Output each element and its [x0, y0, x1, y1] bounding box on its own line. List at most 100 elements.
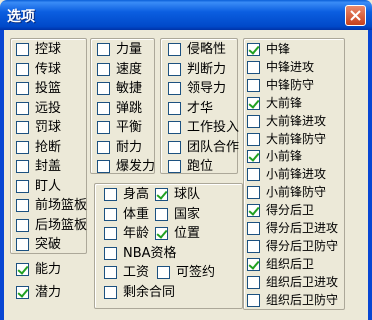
checkbox-box[interactable]: [97, 140, 110, 154]
checkbox-box[interactable]: [97, 121, 110, 134]
info-checkbox-3[interactable]: NBA资格: [104, 245, 177, 262]
checkbox-box[interactable]: [247, 78, 260, 92]
checkbox-box[interactable]: [16, 199, 29, 212]
checkbox-box[interactable]: [16, 179, 29, 193]
skill-checkbox-2[interactable]: 投篮: [16, 80, 61, 97]
physical-checkbox-2[interactable]: 敏捷: [97, 80, 142, 97]
checkbox-box[interactable]: [16, 101, 29, 115]
checkbox-box[interactable]: [168, 82, 181, 95]
checkbox-box[interactable]: [104, 246, 117, 260]
mental-checkbox-0[interactable]: 侵略性: [168, 41, 226, 58]
position-checkbox-3[interactable]: 大前锋: [247, 95, 302, 112]
physical-checkbox-3[interactable]: 弹跳: [97, 100, 142, 117]
checkbox-box[interactable]: [16, 140, 29, 154]
checkbox-box[interactable]: [16, 43, 29, 56]
checkmark-icon[interactable]: [247, 204, 260, 218]
position-checkbox-0[interactable]: 中锋: [247, 41, 290, 58]
mental-checkbox-2[interactable]: 领导力: [168, 80, 226, 97]
checkbox-box[interactable]: [104, 227, 117, 241]
physical-checkbox-5[interactable]: 耐力: [97, 139, 142, 156]
checkbox-box[interactable]: [97, 101, 110, 115]
checkbox-box[interactable]: [247, 114, 260, 128]
checkbox-box[interactable]: [247, 239, 260, 253]
skill-checkbox-3[interactable]: 远投: [16, 100, 61, 117]
mental-checkbox-5[interactable]: 团队合作: [168, 139, 239, 156]
skill-checkbox-0[interactable]: 控球: [16, 41, 61, 58]
close-button[interactable]: [345, 5, 366, 26]
checkbox-box[interactable]: [16, 121, 29, 134]
checkbox-box[interactable]: [168, 43, 181, 56]
checkbox-box[interactable]: [168, 140, 181, 154]
checkmark-icon[interactable]: [247, 96, 260, 110]
checkbox-box[interactable]: [247, 60, 260, 74]
position-checkbox-2[interactable]: 中锋防守: [247, 77, 314, 94]
info-checkbox-0[interactable]: 身高: [104, 186, 149, 203]
checkbox-box[interactable]: [247, 168, 260, 182]
checkbox-box[interactable]: [168, 160, 181, 173]
position-checkbox-13[interactable]: 组织后卫进攻: [247, 274, 338, 291]
info-checkbox-4[interactable]: 工资: [104, 264, 149, 281]
physical-checkbox-0[interactable]: 力量: [97, 41, 142, 58]
position-checkbox-12[interactable]: 组织后卫: [247, 256, 314, 273]
checkbox-box[interactable]: [155, 207, 168, 221]
checkmark-icon[interactable]: [16, 263, 29, 276]
checkmark-icon[interactable]: [155, 188, 168, 201]
checkbox-box[interactable]: [97, 43, 110, 56]
info-checkbox-5[interactable]: 剩余合同: [104, 284, 175, 301]
checkbox-box[interactable]: [168, 121, 181, 134]
physical-checkbox-1[interactable]: 速度: [97, 61, 142, 78]
checkbox-box[interactable]: [168, 62, 181, 76]
checkmark-icon[interactable]: [247, 150, 260, 164]
position-checkbox-7[interactable]: 小前锋进攻: [247, 166, 326, 183]
checkbox-box[interactable]: [16, 62, 29, 76]
checkbox-box[interactable]: [16, 218, 29, 232]
position-checkbox-4[interactable]: 大前锋进攻: [247, 113, 326, 130]
checkbox-box[interactable]: [157, 266, 170, 280]
checkbox-box[interactable]: [97, 82, 110, 95]
skill-checkbox-1[interactable]: 传球: [16, 61, 61, 78]
position-checkbox-1[interactable]: 中锋进攻: [247, 59, 314, 76]
checkbox-box[interactable]: [97, 62, 110, 76]
checkmark-icon[interactable]: [16, 286, 29, 299]
rating-checkbox-1[interactable]: 潜力: [16, 284, 61, 301]
checkmark-icon[interactable]: [247, 43, 260, 56]
checkbox-box[interactable]: [247, 132, 260, 146]
info-right-checkbox-1[interactable]: 国家: [155, 206, 200, 223]
checkbox-box[interactable]: [168, 101, 181, 115]
checkbox-box[interactable]: [16, 82, 29, 95]
checkbox-box[interactable]: [97, 160, 110, 173]
physical-checkbox-6[interactable]: 爆发力: [97, 158, 155, 175]
skill-checkbox-4[interactable]: 罚球: [16, 119, 61, 136]
position-checkbox-6[interactable]: 小前锋: [247, 148, 302, 165]
checkbox-box[interactable]: [104, 188, 117, 201]
mental-checkbox-6[interactable]: 跑位: [168, 158, 213, 175]
info-checkbox-1[interactable]: 体重: [104, 206, 149, 223]
skill-checkbox-7[interactable]: 盯人: [16, 178, 61, 195]
checkbox-box[interactable]: [247, 275, 260, 289]
checkbox-box[interactable]: [247, 222, 260, 235]
checkmark-icon[interactable]: [247, 257, 260, 271]
checkbox-box[interactable]: [247, 186, 260, 200]
mental-checkbox-3[interactable]: 才华: [168, 100, 213, 117]
mental-checkbox-1[interactable]: 判断力: [168, 61, 226, 78]
info-right-checkbox-3[interactable]: 可签约: [157, 264, 215, 281]
info-right-checkbox-0[interactable]: 球队: [155, 186, 200, 203]
info-right-checkbox-2[interactable]: 位置: [155, 225, 200, 242]
info-checkbox-2[interactable]: 年龄: [104, 225, 149, 242]
checkbox-box[interactable]: [104, 266, 117, 280]
skill-checkbox-9[interactable]: 后场篮板: [16, 217, 87, 234]
position-checkbox-8[interactable]: 小前锋防守: [247, 184, 326, 201]
checkbox-box[interactable]: [104, 207, 117, 221]
position-checkbox-5[interactable]: 大前锋防守: [247, 131, 326, 148]
physical-checkbox-4[interactable]: 平衡: [97, 119, 142, 136]
position-checkbox-9[interactable]: 得分后卫: [247, 202, 314, 219]
rating-checkbox-0[interactable]: 能力: [16, 261, 61, 278]
mental-checkbox-4[interactable]: 工作投入: [168, 119, 239, 136]
skill-checkbox-6[interactable]: 封盖: [16, 158, 61, 175]
position-checkbox-10[interactable]: 得分后卫进攻: [247, 220, 338, 237]
checkbox-box[interactable]: [16, 160, 29, 173]
skill-checkbox-8[interactable]: 前场篮板: [16, 197, 87, 214]
position-checkbox-14[interactable]: 组织后卫防守: [247, 292, 338, 309]
checkbox-box[interactable]: [247, 293, 260, 307]
checkbox-box[interactable]: [104, 286, 117, 299]
